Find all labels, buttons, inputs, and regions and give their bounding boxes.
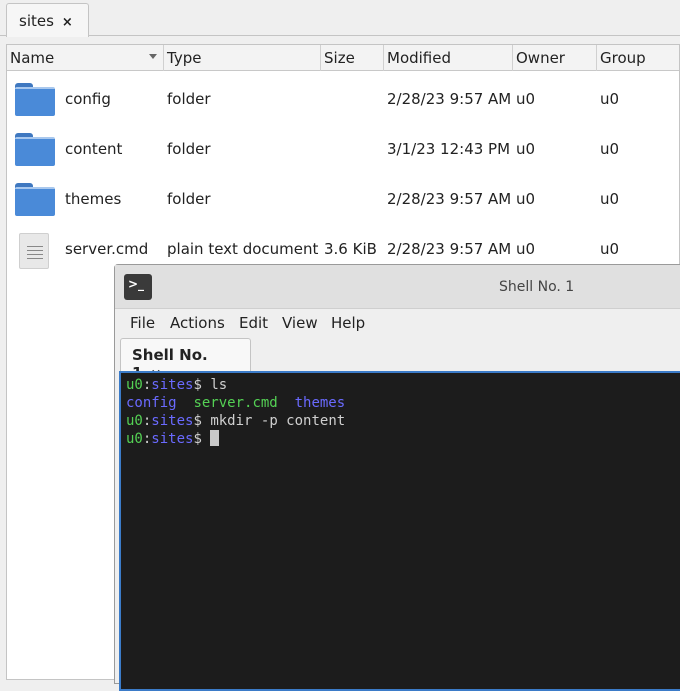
file-row[interactable]: themes folder 2/28/23 9:57 AM u0 u0	[7, 174, 679, 224]
cell-owner: u0	[516, 190, 536, 208]
column-size[interactable]: Size	[321, 45, 384, 71]
menu-actions[interactable]: Actions	[170, 314, 225, 332]
folder-icon	[15, 83, 55, 116]
terminal-icon: >_	[124, 274, 152, 300]
cell-name: server.cmd	[65, 240, 149, 258]
cell-modified: 2/28/23 9:57 AM	[387, 190, 512, 208]
file-row[interactable]: content folder 3/1/23 12:43 PM u0 u0	[7, 124, 679, 174]
text: u0	[126, 431, 143, 447]
text-file-icon	[19, 233, 49, 269]
menu-edit[interactable]: Edit	[239, 314, 268, 332]
file-manager-tabbar: sites ×	[0, 0, 680, 37]
text: $	[193, 431, 211, 447]
terminal-window: >_ Shell No. 1 File Actions Edit View He…	[114, 264, 680, 691]
cell-type: folder	[167, 140, 211, 158]
text: server.cmd	[193, 395, 278, 411]
terminal-output[interactable]: u0:sites$ ls config server.cmd themes u0…	[119, 371, 680, 691]
cell-type: folder	[167, 190, 211, 208]
cell-name: themes	[65, 190, 122, 208]
menu-bar: File Actions Edit View Help	[115, 309, 680, 337]
tab-shell-1[interactable]: Shell No. 1×	[120, 338, 251, 382]
sort-arrow-icon	[149, 54, 157, 59]
close-tab-icon[interactable]: ×	[62, 15, 73, 30]
menu-view[interactable]: View	[282, 314, 318, 332]
cell-type: folder	[167, 90, 211, 108]
text: $	[193, 413, 211, 429]
terminal-line: config server.cmd themes	[126, 394, 680, 412]
text: u0	[126, 413, 143, 429]
text: mkdir -p content	[210, 413, 346, 429]
cell-owner: u0	[516, 140, 536, 158]
column-group[interactable]: Group	[597, 45, 680, 71]
cell-group: u0	[600, 140, 620, 158]
cursor	[210, 430, 220, 446]
column-label: Name	[10, 49, 55, 67]
menu-help[interactable]: Help	[331, 314, 365, 332]
text: $	[193, 377, 211, 393]
cell-group: u0	[600, 240, 620, 258]
cell-size: 3.6 KiB	[324, 240, 377, 258]
text: sites	[151, 431, 194, 447]
text: themes	[294, 395, 346, 411]
text: sites	[151, 377, 194, 393]
cell-group: u0	[600, 90, 620, 108]
cell-name: content	[65, 140, 123, 158]
cell-owner: u0	[516, 90, 536, 108]
cell-type: plain text document	[167, 240, 319, 258]
column-type[interactable]: Type	[164, 45, 321, 71]
title-bar[interactable]: >_ Shell No. 1	[115, 265, 680, 309]
tab-label: sites	[19, 12, 54, 30]
folder-icon	[15, 133, 55, 166]
text: sites	[151, 413, 194, 429]
cell-group: u0	[600, 190, 620, 208]
terminal-line: u0:sites$ ls	[126, 376, 680, 394]
text: ls	[210, 377, 228, 393]
tab-sites[interactable]: sites ×	[6, 3, 89, 37]
column-header: Name Type Size Modified Owner Group	[7, 45, 679, 71]
column-name[interactable]: Name	[7, 45, 164, 71]
cell-modified: 2/28/23 9:57 AM	[387, 240, 512, 258]
terminal-line: u0:sites$	[126, 430, 680, 448]
column-modified[interactable]: Modified	[384, 45, 513, 71]
text: config	[126, 395, 177, 411]
folder-icon	[15, 183, 55, 216]
cell-name: config	[65, 90, 111, 108]
column-owner[interactable]: Owner	[513, 45, 597, 71]
file-row[interactable]: config folder 2/28/23 9:57 AM u0 u0	[7, 74, 679, 124]
cell-owner: u0	[516, 240, 536, 258]
cell-modified: 2/28/23 9:57 AM	[387, 90, 512, 108]
window-title: Shell No. 1	[499, 279, 575, 295]
cell-modified: 3/1/23 12:43 PM	[387, 140, 511, 158]
menu-file[interactable]: File	[130, 314, 155, 332]
terminal-line: u0:sites$ mkdir -p content	[126, 412, 680, 430]
text: u0	[126, 377, 143, 393]
